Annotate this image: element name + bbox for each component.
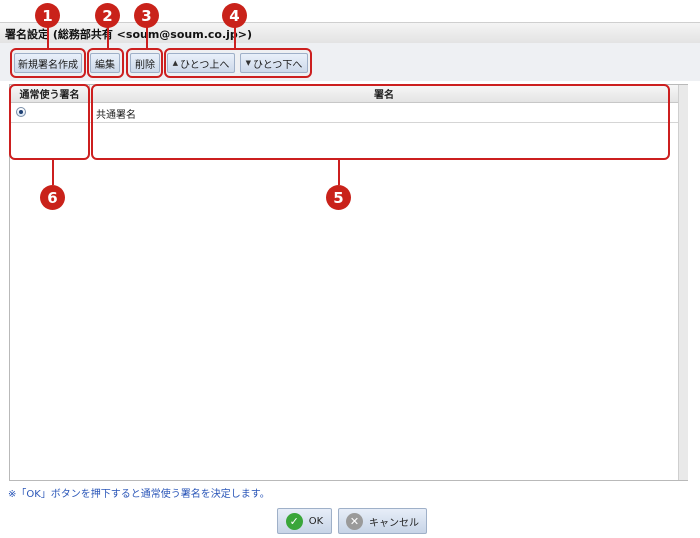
- cancel-label: キャンセル: [369, 517, 419, 529]
- annotation-box-1: [10, 48, 86, 78]
- ok-label: OK: [308, 515, 324, 527]
- vertical-scrollbar[interactable]: [678, 85, 688, 480]
- check-icon: ✓: [285, 512, 303, 530]
- leader-line-1: [47, 27, 49, 49]
- annotation-box-6: [9, 84, 90, 160]
- leader-line-6: [52, 159, 54, 185]
- leader-line-5: [338, 159, 340, 185]
- help-note: ※「OK」ボタンを押下すると通常使う署名を決定します。: [8, 489, 270, 500]
- annotation-box-2: [87, 48, 124, 78]
- callout-1: 1: [35, 3, 60, 28]
- callout-3: 3: [134, 3, 159, 28]
- annotation-box-3: [126, 48, 163, 78]
- leader-line-3: [146, 27, 148, 49]
- annotation-box-4: [164, 48, 312, 78]
- cancel-button[interactable]: ✕ キャンセル: [338, 508, 427, 534]
- callout-6: 6: [40, 185, 65, 210]
- close-icon: ✕: [346, 512, 363, 530]
- annotation-box-5: [91, 84, 670, 160]
- dialog-title: 署名設定 (総務部共有 <soum@soum.co.jp>): [5, 28, 253, 41]
- leader-line-4: [234, 27, 236, 49]
- ok-button[interactable]: ✓ OK: [277, 508, 332, 534]
- leader-line-2: [107, 27, 109, 49]
- callout-2: 2: [95, 3, 120, 28]
- callout-5: 5: [326, 185, 351, 210]
- callout-4: 4: [222, 3, 247, 28]
